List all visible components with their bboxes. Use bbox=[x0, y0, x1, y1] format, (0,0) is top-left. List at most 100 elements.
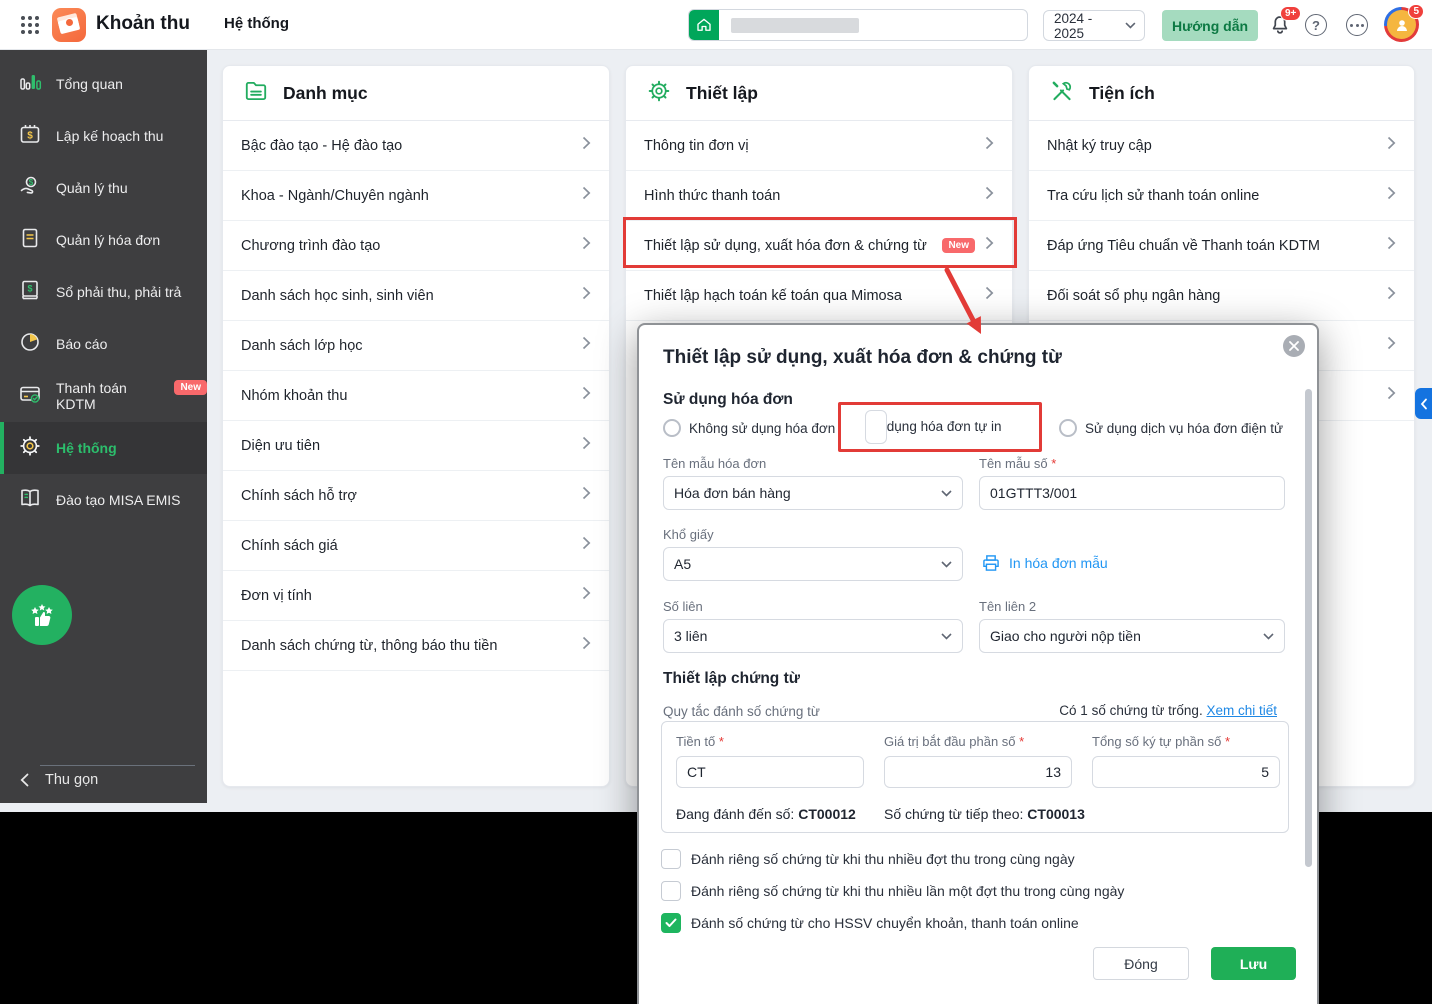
home-icon[interactable] bbox=[689, 10, 719, 40]
sidebar-item-bao-cao[interactable]: Báo cáo bbox=[0, 318, 207, 370]
avatar[interactable]: 5 bbox=[1384, 4, 1424, 42]
list-item[interactable]: Danh sách chứng từ, thông báo thu tiền bbox=[223, 621, 609, 671]
sidebar-item-tong-quan[interactable]: Tổng quan bbox=[0, 58, 207, 110]
radio-hoa-don-dien-tu[interactable]: Sử dụng dịch vụ hóa đơn điện tử bbox=[1059, 419, 1283, 437]
select-so-lien[interactable]: 3 liên bbox=[663, 619, 963, 653]
app-title: Khoản thu bbox=[96, 13, 190, 34]
top-header: Khoản thu Hệ thống 2024 - 2025 Hướng dẫn… bbox=[0, 0, 1432, 50]
close-icon[interactable] bbox=[1283, 335, 1305, 357]
list-item[interactable]: Bậc đào tạo - Hệ đào tạo bbox=[223, 121, 609, 171]
list-item[interactable]: Đối soát sổ phụ ngân hàng bbox=[1029, 271, 1414, 321]
card-tien-ich-header: Tiện ích bbox=[1029, 66, 1414, 121]
view-detail-link[interactable]: Xem chi tiết bbox=[1206, 703, 1277, 718]
card-payment-icon bbox=[18, 382, 42, 411]
list-item[interactable]: Nhóm khoản thu bbox=[223, 371, 609, 421]
list-item[interactable]: Danh sách học sinh, sinh viên bbox=[223, 271, 609, 321]
feedback-thumbs-up-icon[interactable] bbox=[12, 585, 72, 645]
list-item[interactable]: Thông tin đơn vị bbox=[626, 121, 1012, 171]
chevron-right-icon bbox=[582, 136, 591, 155]
checkbox-danh-rieng-dot-thu[interactable]: Đánh riêng số chứng từ khi thu nhiều đợt… bbox=[661, 849, 1075, 869]
global-search[interactable] bbox=[688, 9, 1028, 41]
notifications-bell-icon[interactable]: 9+ bbox=[1268, 6, 1302, 37]
chevron-right-icon bbox=[1387, 136, 1396, 155]
sidebar-item-quan-ly-thu[interactable]: $ Quản lý thu bbox=[0, 162, 207, 214]
chevron-right-icon bbox=[582, 536, 591, 555]
numbering-rule-box: Tiền tố * Giá trị bắt đầu phần số * Tổng… bbox=[661, 721, 1289, 833]
chevron-right-icon bbox=[1387, 336, 1396, 355]
help-icon[interactable]: ? bbox=[1305, 14, 1329, 38]
sidebar-item-dao-tao-misa-emis[interactable]: Đào tạo MISA EMIS bbox=[0, 474, 207, 526]
sidebar-item-label: Báo cáo bbox=[56, 336, 108, 352]
list-item[interactable]: Khoa - Ngành/Chuyên ngành bbox=[223, 171, 609, 221]
invoice-section-heading: Sử dụng hóa đơn bbox=[663, 391, 793, 408]
app-logo-icon[interactable] bbox=[52, 8, 86, 42]
radio-circle-icon bbox=[1059, 419, 1077, 437]
list-item[interactable]: Diện ưu tiên bbox=[223, 421, 609, 471]
collapse-sidebar-button[interactable]: Thu gọn bbox=[20, 772, 98, 788]
sidebar-item-lap-ke-hoach-thu[interactable]: $ Lập kế hoạch thu bbox=[0, 110, 207, 162]
checkbox-checked-icon bbox=[661, 913, 681, 933]
field-label: Tiền tố * bbox=[676, 734, 724, 749]
save-button[interactable]: Lưu bbox=[1211, 947, 1296, 980]
modal-title: Thiết lập sử dụng, xuất hóa đơn & chứng … bbox=[663, 347, 1062, 368]
chevron-right-icon bbox=[1387, 286, 1396, 305]
new-badge: New bbox=[174, 379, 207, 395]
list-item[interactable]: Hình thức thanh toán bbox=[626, 171, 1012, 221]
sidebar-item-thanh-toan-kdtm[interactable]: Thanh toán KDTM New bbox=[0, 370, 207, 422]
sidebar-item-he-thong[interactable]: Hệ thống bbox=[0, 422, 207, 474]
radio-khong-su-dung[interactable]: Không sử dụng hóa đơn bbox=[663, 419, 835, 437]
redacted-search-text bbox=[731, 17, 859, 33]
chevron-right-icon bbox=[582, 336, 591, 355]
list-item[interactable]: Danh sách lớp học bbox=[223, 321, 609, 371]
app-grid-icon[interactable] bbox=[18, 13, 42, 42]
select-kho-giay[interactable]: A5 bbox=[663, 547, 963, 581]
radio-selected-icon bbox=[865, 409, 887, 444]
list-item-thiet-lap-su-dung[interactable]: Thiết lập sử dụng, xuất hóa đơn & chứng … bbox=[626, 221, 1012, 271]
side-panel-toggle[interactable] bbox=[1415, 388, 1432, 419]
more-options-icon[interactable] bbox=[1346, 14, 1370, 38]
list-item[interactable]: Đáp ứng Tiêu chuẩn về Thanh toán KDTM bbox=[1029, 221, 1414, 271]
select-ten-mau-hoa-don[interactable]: Hóa đơn bán hàng bbox=[663, 476, 963, 510]
list-item[interactable]: Chính sách giá bbox=[223, 521, 609, 571]
chevron-right-icon bbox=[582, 186, 591, 205]
school-year-select[interactable]: 2024 - 2025 bbox=[1043, 10, 1145, 41]
radio-hoa-don-tu-in[interactable]: Sử dụng hóa đơn tự in bbox=[865, 409, 1002, 444]
modal-scrollbar-thumb[interactable] bbox=[1305, 389, 1312, 867]
list-item[interactable]: Đơn vị tính bbox=[223, 571, 609, 621]
chevron-left-icon bbox=[1420, 398, 1427, 409]
field-label: Tên mẫu số * bbox=[979, 456, 1057, 471]
guide-button[interactable]: Hướng dẫn bbox=[1162, 10, 1258, 41]
chevron-right-icon bbox=[985, 236, 994, 255]
sidebar-item-quan-ly-hoa-don[interactable]: Quản lý hóa đơn bbox=[0, 214, 207, 266]
input-tien-to[interactable]: CT bbox=[676, 756, 864, 788]
sidebar-item-label: Thanh toán KDTM bbox=[56, 380, 127, 412]
tools-icon bbox=[1049, 78, 1075, 109]
input-tong-so-ky-tu[interactable]: 5 bbox=[1092, 756, 1280, 788]
print-sample-link[interactable]: In hóa đơn mẫu bbox=[981, 553, 1108, 573]
card-danh-muc: Danh mục Bậc đào tạo - Hệ đào tạo Khoa -… bbox=[222, 65, 610, 787]
modal-thiet-lap-hoa-don: Thiết lập sử dụng, xuất hóa đơn & chứng … bbox=[637, 323, 1319, 1004]
input-gia-tri-bat-dau[interactable]: 13 bbox=[884, 756, 1072, 788]
school-year-value: 2024 - 2025 bbox=[1054, 10, 1093, 41]
field-label: Tên mẫu hóa đơn bbox=[663, 456, 767, 471]
checkbox-danh-so-hssv[interactable]: Đánh số chứng từ cho HSSV chuyển khoản, … bbox=[661, 913, 1079, 933]
list-item[interactable]: Chính sách hỗ trợ bbox=[223, 471, 609, 521]
list-item[interactable]: Nhật ký truy cập bbox=[1029, 121, 1414, 171]
select-ten-lien-2[interactable]: Giao cho người nộp tiền bbox=[979, 619, 1285, 653]
list-item[interactable]: Thiết lập hạch toán kế toán qua Mimosa bbox=[626, 271, 1012, 321]
chevron-right-icon bbox=[985, 286, 994, 305]
input-ten-mau-so[interactable]: 01GTTT3/001 bbox=[979, 476, 1285, 510]
sidebar-item-label: Hệ thống bbox=[56, 440, 117, 456]
sidebar-item-so-phai-thu-phai-tra[interactable]: $ Sổ phải thu, phải trả bbox=[0, 266, 207, 318]
list-item[interactable]: Chương trình đào tạo bbox=[223, 221, 609, 271]
checkbox-danh-rieng-lan-thu[interactable]: Đánh riêng số chứng từ khi thu nhiều lần… bbox=[661, 881, 1124, 901]
header-nav-he-thong[interactable]: Hệ thống bbox=[224, 15, 289, 32]
chevron-right-icon bbox=[985, 136, 994, 155]
card-title: Tiện ích bbox=[1089, 82, 1155, 103]
printer-icon bbox=[983, 555, 999, 571]
gear-icon bbox=[646, 78, 672, 109]
chevron-down-icon bbox=[941, 632, 952, 640]
list-item[interactable]: Tra cứu lịch sử thanh toán online bbox=[1029, 171, 1414, 221]
field-label: Khổ giấy bbox=[663, 527, 714, 542]
close-button[interactable]: Đóng bbox=[1093, 947, 1189, 980]
